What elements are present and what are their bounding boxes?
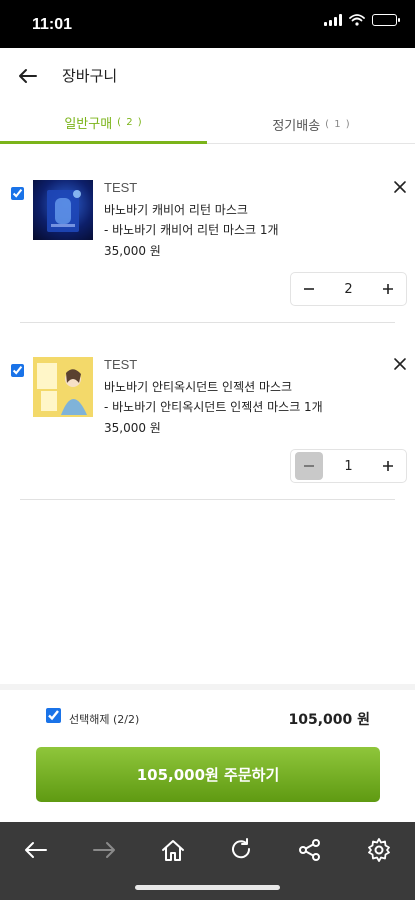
minus-icon (304, 465, 314, 467)
item-brand: TEST (104, 180, 138, 195)
quantity-value: 1 (344, 458, 353, 474)
refresh-icon (232, 838, 251, 859)
item-name[interactable]: 바노바기 캐비어 리턴 마스크 (104, 201, 248, 218)
browser-back-button[interactable] (20, 834, 52, 866)
product-image (33, 180, 93, 240)
increase-quantity-button[interactable] (374, 452, 402, 480)
tab-count: ( 1 ) (325, 118, 351, 130)
tab-label: 정기배송 (272, 118, 321, 134)
home-indicator (135, 885, 280, 890)
quantity-value: 2 (344, 281, 353, 297)
cart-item: TEST 바노바기 캐비어 리턴 마스크 - 바노바기 캐비어 리턴 마스크 1… (0, 145, 415, 323)
item-option: - 바노바기 안티옥시던트 인젝션 마스크 1개 (104, 400, 323, 414)
remove-item-button[interactable] (391, 178, 409, 196)
close-icon (394, 181, 406, 193)
minus-icon (304, 288, 314, 290)
item-price: 35,000 원 (104, 421, 161, 435)
order-button[interactable]: 105,000원 주문하기 (36, 747, 380, 802)
browser-share-button[interactable] (294, 834, 326, 866)
select-all-label[interactable]: 선택해제 (2/2) (69, 711, 139, 727)
quantity-stepper: 2 (290, 272, 407, 306)
forward-icon (93, 842, 115, 858)
back-icon (25, 842, 47, 858)
browser-refresh-button[interactable] (225, 834, 257, 866)
browser-home-button[interactable] (157, 834, 189, 866)
tab-label: 일반구매 (64, 117, 113, 132)
tab-count: ( 2 ) (117, 117, 143, 128)
cart-summary: 선택해제 (2/2) 105,000 원 (0, 700, 415, 736)
plus-icon (383, 461, 393, 471)
remove-item-button[interactable] (391, 355, 409, 373)
cellular-signal-icon (324, 14, 342, 26)
item-checkbox[interactable] (11, 364, 24, 377)
section-separator (0, 684, 415, 690)
decrease-quantity-button[interactable] (295, 452, 323, 480)
status-time: 11:01 (32, 16, 73, 33)
share-icon (299, 839, 320, 861)
home-icon (162, 840, 184, 861)
header: 장바구니 (0, 48, 415, 104)
divider (20, 499, 395, 500)
browser-forward-button[interactable] (88, 834, 120, 866)
page-title: 장바구니 (62, 67, 118, 85)
close-icon (394, 358, 406, 370)
item-checkbox[interactable] (11, 187, 24, 200)
tab-bar: 일반구매 ( 2 ) 정기배송 ( 1 ) (0, 104, 415, 144)
product-image (33, 357, 93, 417)
select-all-checkbox[interactable] (46, 708, 61, 723)
arrow-left-icon (19, 69, 37, 83)
plus-icon (383, 284, 393, 294)
browser-settings-button[interactable] (363, 834, 395, 866)
status-bar: 11:01 (0, 0, 415, 48)
increase-quantity-button[interactable] (374, 275, 402, 303)
back-button[interactable] (14, 62, 42, 90)
battery-icon (372, 14, 400, 26)
total-price: 105,000 원 (288, 712, 370, 728)
quantity-stepper: 1 (290, 449, 407, 483)
item-brand: TEST (104, 357, 138, 372)
item-name[interactable]: 바노바기 안티옥시던트 인젝션 마스크 (104, 378, 292, 395)
settings-icon (368, 838, 390, 862)
product-illustration (47, 190, 81, 232)
wifi-icon (349, 14, 365, 26)
tab-regular-delivery[interactable]: 정기배송 ( 1 ) (208, 104, 415, 144)
decrease-quantity-button[interactable] (295, 275, 323, 303)
tab-general-purchase[interactable]: 일반구매 ( 2 ) (0, 104, 207, 144)
product-illustration (37, 363, 87, 415)
status-icons (324, 14, 400, 26)
item-price: 35,000 원 (104, 244, 161, 258)
item-option: - 바노바기 캐비어 리턴 마스크 1개 (104, 223, 279, 237)
cart-item: TEST 바노바기 안티옥시던트 인젝션 마스크 - 바노바기 안티옥시던트 인… (0, 322, 415, 500)
